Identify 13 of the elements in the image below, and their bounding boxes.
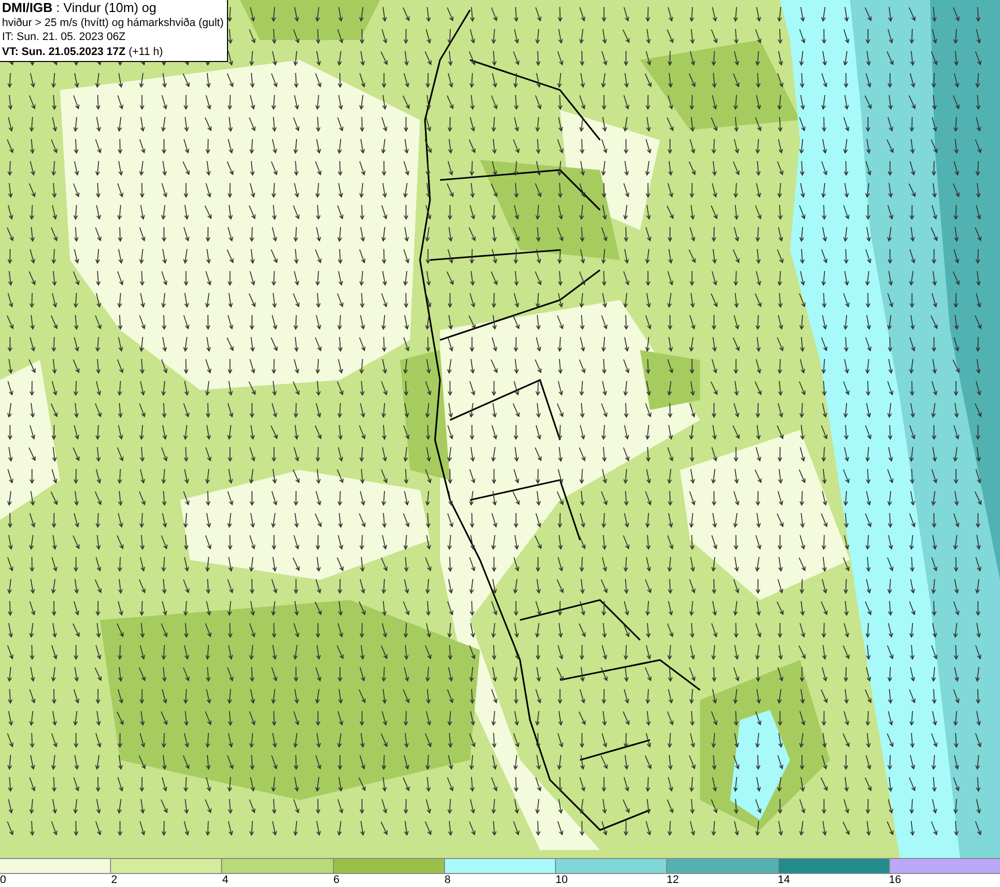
tick-label: 12: [666, 874, 679, 887]
tick-label: 0: [0, 874, 6, 887]
legend-text: hviður > 25 m/s (hvítt) og hámarkshviða (gult): [2, 16, 224, 30]
tick-label: 16: [888, 874, 902, 887]
tick-label: 6: [333, 874, 340, 887]
tick-label: 2: [111, 874, 118, 887]
tick-label: 10: [556, 874, 568, 887]
tick-label: 4: [222, 874, 228, 887]
legend-text: DMI/IGB : Vindur (10m) og: [2, 1, 158, 16]
tick-label: 8: [444, 874, 451, 887]
legend-text: VT: Sun. 21.05.2023 17Z (+11 h): [2, 44, 164, 59]
legend-text: IT: Sun. 21. 05. 2023 06Z: [2, 30, 127, 44]
tick-label: 14: [778, 874, 790, 887]
